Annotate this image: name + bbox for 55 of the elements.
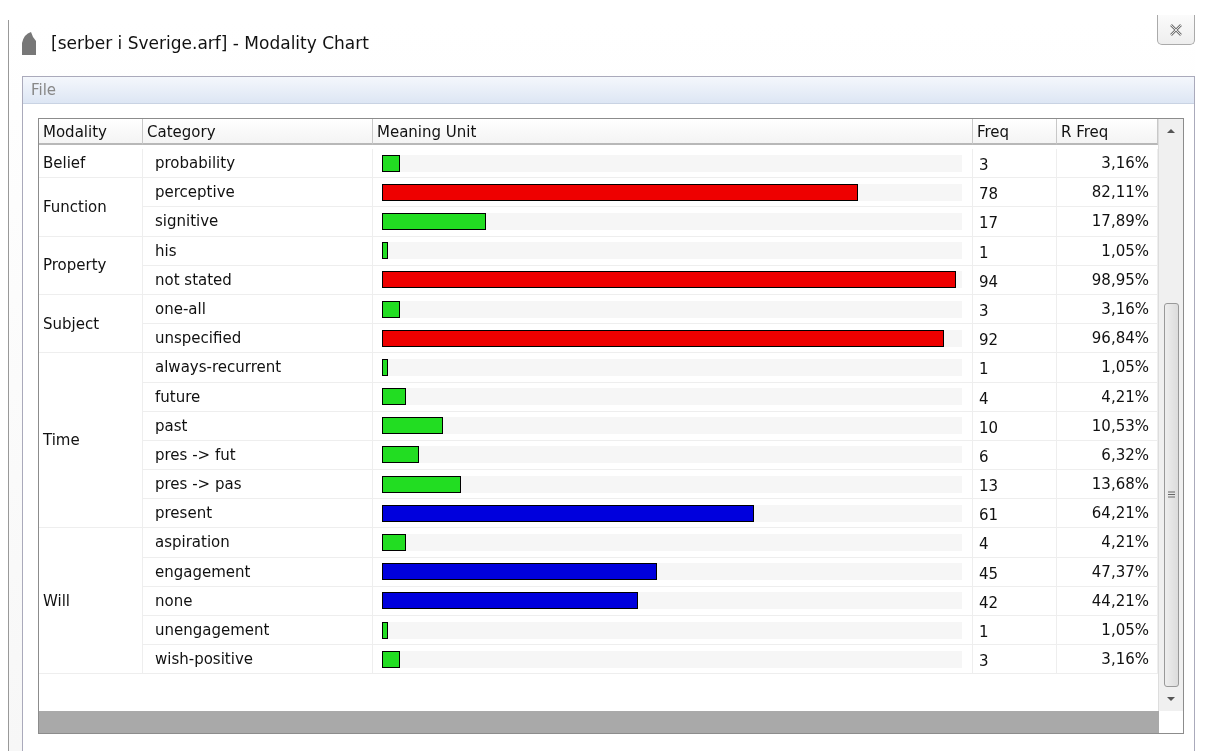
vertical-scrollbar[interactable] — [1158, 119, 1183, 711]
modality-cell: Subject — [39, 294, 143, 354]
column-header[interactable]: Meaning Unit — [373, 119, 973, 145]
modality-cell: Time — [39, 353, 143, 529]
freq-cell: 1 — [973, 616, 1057, 646]
app-icon — [19, 31, 39, 55]
freq-cell: 17 — [973, 207, 1057, 237]
close-icon — [1169, 23, 1183, 36]
modality-cell: Function — [39, 178, 143, 237]
column-header[interactable]: Freq — [973, 119, 1057, 145]
category-cell: perceptive — [143, 178, 373, 208]
category-cell: none — [143, 586, 373, 616]
horizontal-scrollbar[interactable] — [39, 711, 1159, 733]
freq-cell: 94 — [973, 265, 1057, 295]
freq-cell: 45 — [973, 557, 1057, 587]
category-cell: engagement — [143, 557, 373, 587]
category-cell: always-recurrent — [143, 353, 373, 383]
freq-cell: 6 — [973, 440, 1057, 471]
category-cell: pres -> pas — [143, 470, 373, 500]
freq-cell: 61 — [973, 499, 1057, 529]
modality-cell: Will — [39, 528, 143, 675]
freq-cell: 4 — [973, 528, 1057, 558]
freq-cell: 1 — [973, 353, 1057, 383]
category-cell: probability — [143, 149, 373, 179]
freq-cell: 4 — [973, 382, 1057, 412]
column-header[interactable]: R Freq — [1057, 119, 1158, 145]
category-cell: future — [143, 382, 373, 412]
freq-cell: 3 — [973, 645, 1057, 675]
scroll-up-icon[interactable] — [1166, 126, 1176, 136]
freq-cell: 3 — [973, 149, 1057, 179]
category-cell: signitive — [143, 207, 373, 237]
category-cell: unspecified — [143, 324, 373, 354]
window-title: [serber i Sverige.arf] - Modality Chart — [51, 33, 369, 53]
modality-cell: Property — [39, 236, 143, 295]
column-header[interactable]: Category — [143, 119, 373, 145]
freq-cell: 13 — [973, 470, 1057, 500]
scrollbar-thumb[interactable] — [1163, 302, 1179, 687]
category-cell: unengagement — [143, 616, 373, 646]
category-cell: wish-positive — [143, 645, 373, 675]
freq-cell: 3 — [973, 294, 1057, 325]
category-cell: aspiration — [143, 528, 373, 558]
category-cell: his — [143, 236, 373, 266]
modality-cell: Belief — [39, 149, 143, 179]
category-cell: present — [143, 499, 373, 529]
freq-cell: 78 — [973, 178, 1057, 208]
category-cell: one-all — [143, 294, 373, 325]
close-button[interactable] — [1157, 15, 1195, 45]
category-cell: pres -> fut — [143, 440, 373, 471]
freq-cell: 92 — [973, 324, 1057, 354]
freq-cell: 42 — [973, 586, 1057, 616]
category-cell: not stated — [143, 265, 373, 295]
freq-cell: 10 — [973, 411, 1057, 441]
column-header[interactable]: Modality — [39, 119, 143, 145]
freq-cell: 1 — [973, 236, 1057, 266]
category-cell: past — [143, 411, 373, 441]
